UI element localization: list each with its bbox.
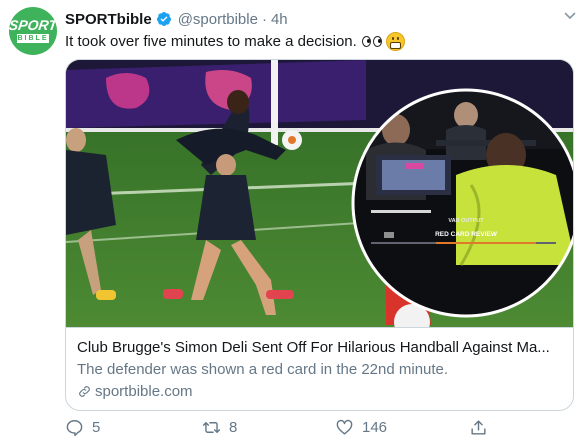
retweet-button[interactable]: 8 [202,418,237,437]
reply-count: 5 [92,419,101,436]
card-image[interactable]: VAR OUTPUT RED CARD REVIEW [66,60,573,327]
card-description: The defender was shown a red card in the… [77,361,449,378]
reply-button[interactable]: 5 [65,418,100,437]
share-icon [471,420,486,435]
match-photo: VAR OUTPUT RED CARD REVIEW [66,60,573,327]
link-preview-card[interactable]: VAR OUTPUT RED CARD REVIEW Club Brugge's… [65,59,574,411]
like-button[interactable]: 146 [335,418,387,437]
var-output-caption: VAR OUTPUT [448,218,484,224]
share-button[interactable] [469,418,496,437]
tweet-header: SPORTbible @sportbible · 4h [65,9,288,29]
account-handle[interactable]: @sportbible [178,11,258,28]
card-domain: sportbible.com [95,383,193,400]
verified-badge-icon [156,12,171,26]
card-domain-link[interactable]: sportbible.com [77,383,193,400]
separator-dot: · [261,10,267,28]
account-avatar[interactable]: SPORT BIBLE [9,7,57,55]
tweet-text-row: It took over five minutes to make a deci… [65,32,405,51]
retweet-icon [202,422,221,433]
avatar-logo-subtext: BIBLE [17,34,49,43]
retweet-count: 8 [229,419,238,436]
display-name[interactable]: SPORTbible [65,11,152,28]
grimacing-face-emoji-icon [385,32,405,51]
red-card-review-caption: RED CARD REVIEW [435,231,498,238]
tweet-actions: 5 8 146 [65,418,495,440]
card-title[interactable]: Club Brugge's Simon Deli Sent Off For Hi… [77,339,562,356]
like-count: 146 [362,419,388,436]
eyes-emoji-icon [361,36,382,47]
heart-icon [336,419,353,435]
chevron-down-icon[interactable] [564,10,576,22]
reply-icon [66,420,83,437]
tweet-text: It took over five minutes to make a deci… [65,33,357,50]
tweet-timestamp[interactable]: 4h [271,11,288,28]
card-info[interactable]: Club Brugge's Simon Deli Sent Off For Hi… [66,327,573,410]
avatar-logo-text: SPORT [9,17,57,33]
link-icon [79,386,90,397]
